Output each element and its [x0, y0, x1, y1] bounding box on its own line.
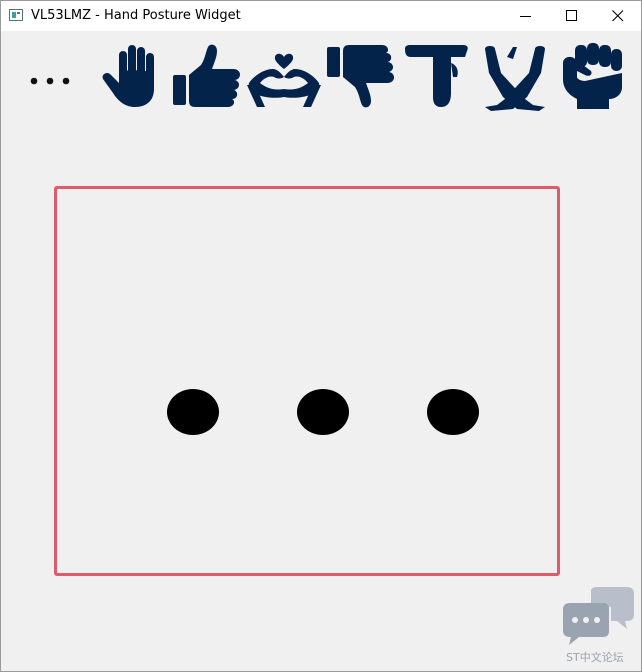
- tee-hand-icon: [405, 45, 468, 107]
- watermark-text: ST中文论坛: [566, 651, 624, 664]
- open-hand-icon: [102, 45, 154, 107]
- app-icon: [9, 9, 23, 21]
- close-icon: [612, 10, 624, 22]
- thumbs-up-icon: [173, 44, 241, 107]
- ellipsis-icon: [30, 77, 70, 85]
- maximize-icon: [566, 10, 577, 21]
- chat-bubbles-icon: [563, 587, 634, 645]
- close-button[interactable]: [595, 1, 641, 31]
- minimize-button[interactable]: [503, 1, 549, 31]
- app-window: VL53LMZ - Hand Posture Widget ST中文论坛: [0, 0, 642, 672]
- posture-dot: [167, 389, 219, 435]
- posture-dot: [427, 389, 479, 435]
- window-title: VL53LMZ - Hand Posture Widget: [31, 8, 241, 23]
- title-bar[interactable]: VL53LMZ - Hand Posture Widget: [1, 1, 641, 31]
- posture-display-frame: [54, 186, 560, 576]
- cross-hands-icon: [485, 46, 545, 111]
- main-content: ST中文论坛: [1, 31, 641, 671]
- thumbs-down-icon: [327, 45, 395, 108]
- forum-watermark: ST中文论坛: [561, 587, 639, 667]
- posture-dot: [297, 389, 349, 435]
- heart-hands-icon: [247, 53, 321, 107]
- maximize-button[interactable]: [549, 1, 595, 31]
- minimize-icon: [520, 16, 531, 17]
- fist-icon: [563, 43, 622, 109]
